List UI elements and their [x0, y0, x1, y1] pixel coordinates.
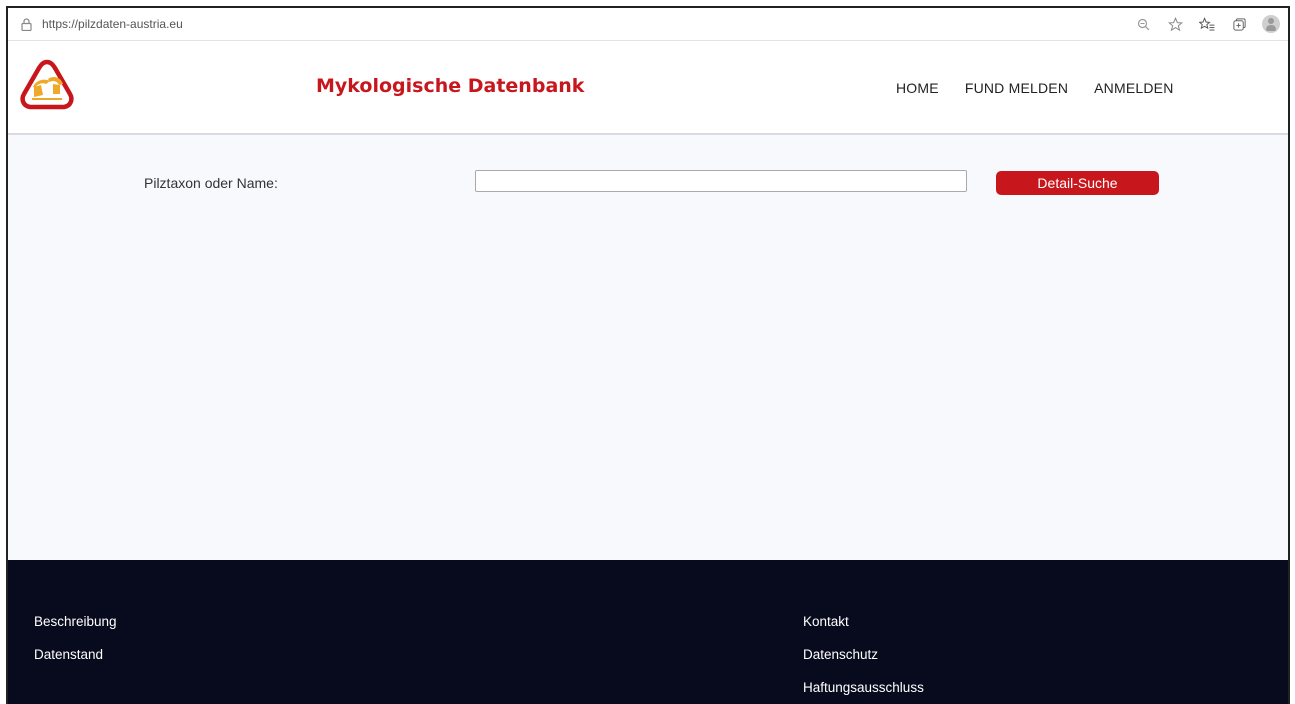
lock-icon — [20, 17, 32, 31]
mushroom-logo-icon[interactable] — [20, 57, 74, 113]
footer-link-kontakt[interactable]: Kontakt — [803, 613, 924, 646]
nav-fund-melden[interactable]: FUND MELDEN — [965, 80, 1068, 96]
footer-right-links: Kontakt Datenschutz Haftungsausschluss — [803, 613, 924, 704]
collections-icon[interactable] — [1230, 15, 1248, 33]
site-footer: Beschreibung Datenstand Kontakt Datensch… — [8, 560, 1288, 704]
nav-home[interactable]: HOME — [896, 80, 939, 96]
site-header: Mykologische Datenbank HOME FUND MELDEN … — [8, 41, 1288, 135]
footer-link-datenstand[interactable]: Datenstand — [34, 646, 117, 679]
footer-link-datenschutz[interactable]: Datenschutz — [803, 646, 924, 679]
footer-link-beschreibung[interactable]: Beschreibung — [34, 613, 117, 646]
nav-anmelden[interactable]: ANMELDEN — [1094, 80, 1173, 96]
detail-search-button[interactable]: Detail-Suche — [996, 171, 1159, 195]
address-bar[interactable]: https://pilzdaten-austria.eu — [8, 8, 1288, 41]
footer-left-links: Beschreibung Datenstand — [34, 613, 117, 679]
favorites-list-icon[interactable] — [1198, 15, 1216, 33]
site-title[interactable]: Mykologische Datenbank — [316, 75, 584, 97]
favorite-star-icon[interactable] — [1166, 15, 1184, 33]
taxon-search-input[interactable] — [475, 170, 967, 192]
footer-link-haftungsausschluss[interactable]: Haftungsausschluss — [803, 679, 924, 704]
search-label: Pilztaxon oder Name: — [144, 175, 278, 191]
main-nav: HOME FUND MELDEN ANMELDEN — [896, 80, 1200, 96]
address-bar-actions — [1134, 8, 1280, 40]
profile-icon[interactable] — [1262, 15, 1280, 33]
browser-window: https://pilzdaten-austria.eu Mykologisch… — [6, 6, 1290, 704]
zoom-icon[interactable] — [1134, 15, 1152, 33]
url-text[interactable]: https://pilzdaten-austria.eu — [42, 17, 183, 31]
